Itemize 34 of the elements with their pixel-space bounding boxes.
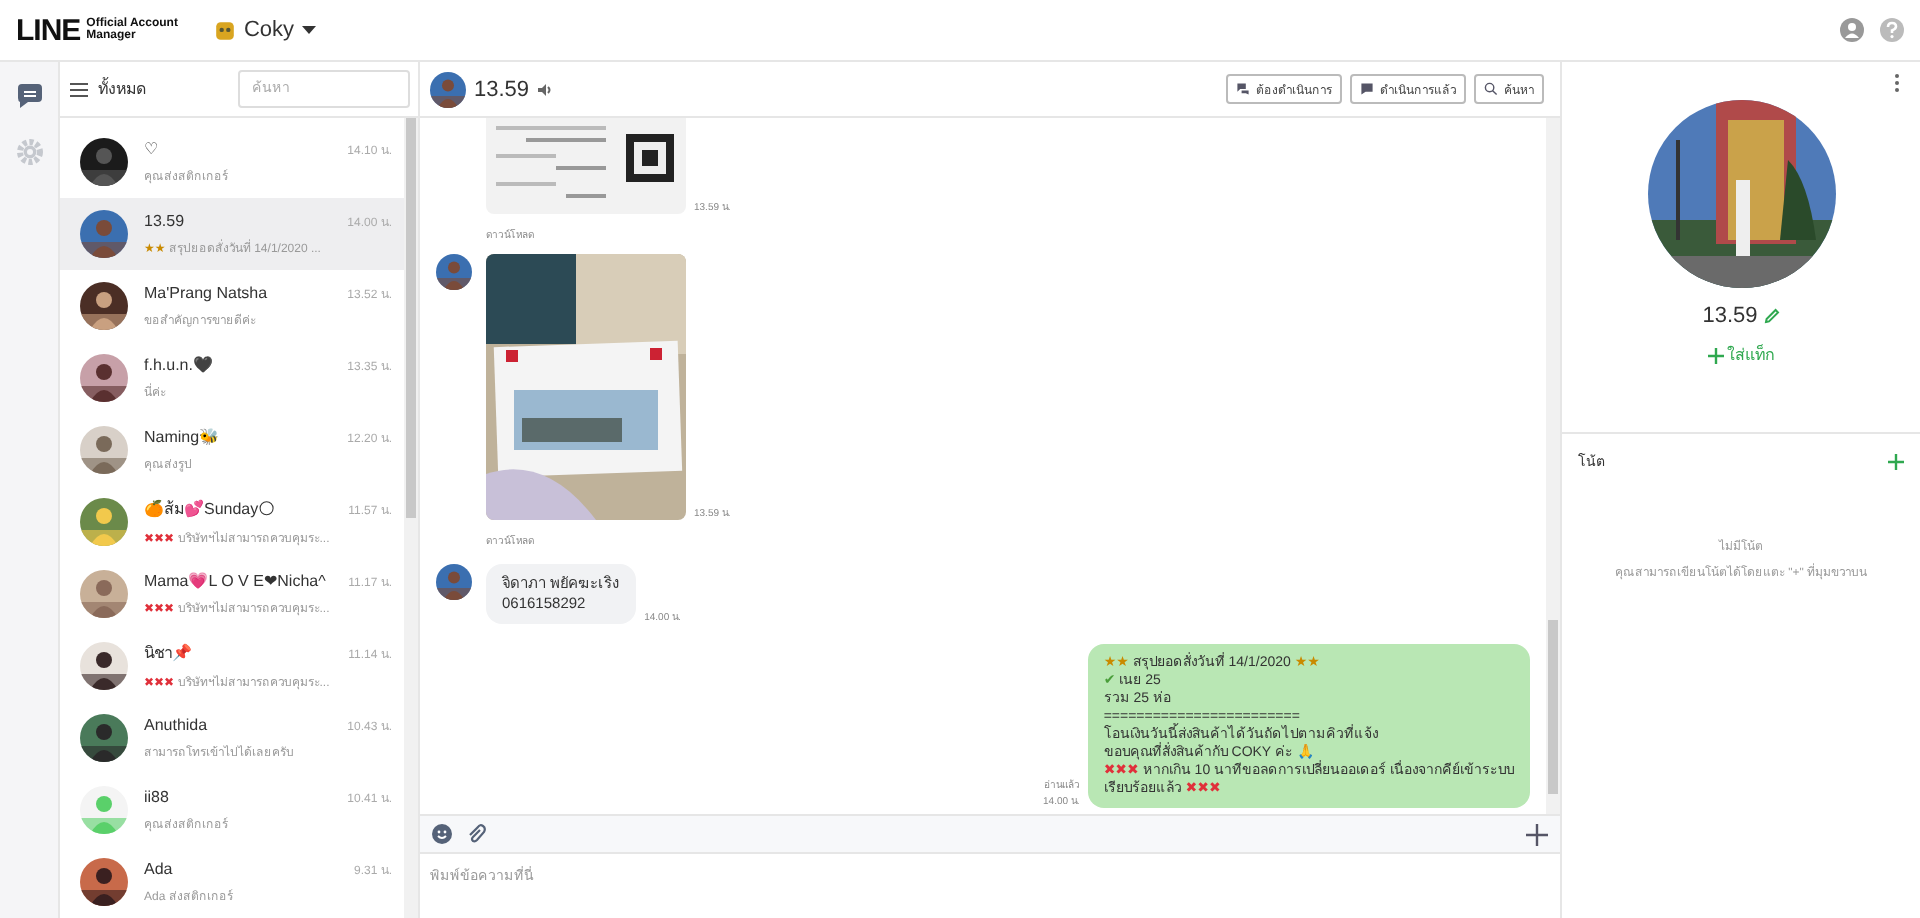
contact-name: นิชา📌 <box>144 642 192 666</box>
speaker-icon[interactable] <box>537 83 552 95</box>
user-icon[interactable] <box>1840 18 1864 42</box>
edit-icon[interactable] <box>1763 308 1780 324</box>
add-note-icon[interactable] <box>1888 453 1904 469</box>
contact-name: Naming🐝 <box>144 427 220 445</box>
contact-name: Mama💗L O V E❤Nicha^ <box>144 571 326 589</box>
contact-name: ♡ <box>144 139 159 157</box>
contact-name: f.h.u.n.🖤 <box>144 355 213 373</box>
chat-title: 13.59 <box>474 77 530 101</box>
chat-bubbles-icon <box>1236 82 1250 96</box>
contact-name: Ma'Prang Natsha <box>144 283 268 301</box>
chat-nav-button[interactable] <box>15 82 43 110</box>
account-switcher[interactable]: Coky <box>213 18 317 42</box>
plus-icon[interactable] <box>1526 823 1548 845</box>
contact-name: ii88 <box>144 787 169 805</box>
contact-name: 🍊ส้ม💕Sunday🌕 <box>144 497 275 522</box>
contact-name: Ada <box>144 859 173 877</box>
attachment-icon[interactable] <box>466 824 486 844</box>
scrollbar[interactable] <box>404 118 418 918</box>
chat-bubble-icon <box>1360 82 1374 96</box>
account-icon <box>213 19 236 41</box>
emoji-icon[interactable] <box>432 824 452 844</box>
caret-icon <box>302 25 317 35</box>
plus-icon <box>1707 347 1723 363</box>
search-icon <box>1484 82 1498 96</box>
scrollbar[interactable] <box>1546 118 1560 814</box>
filter-label[interactable]: ทั้งหมด <box>98 76 146 102</box>
menu-icon[interactable] <box>70 81 88 97</box>
profile-name: 13.59 <box>1702 304 1758 328</box>
contact-name: 13.59 <box>144 211 185 229</box>
more-icon[interactable] <box>1894 74 1900 92</box>
logo: LINE <box>16 13 81 47</box>
contact-name: Anuthida <box>144 715 208 733</box>
